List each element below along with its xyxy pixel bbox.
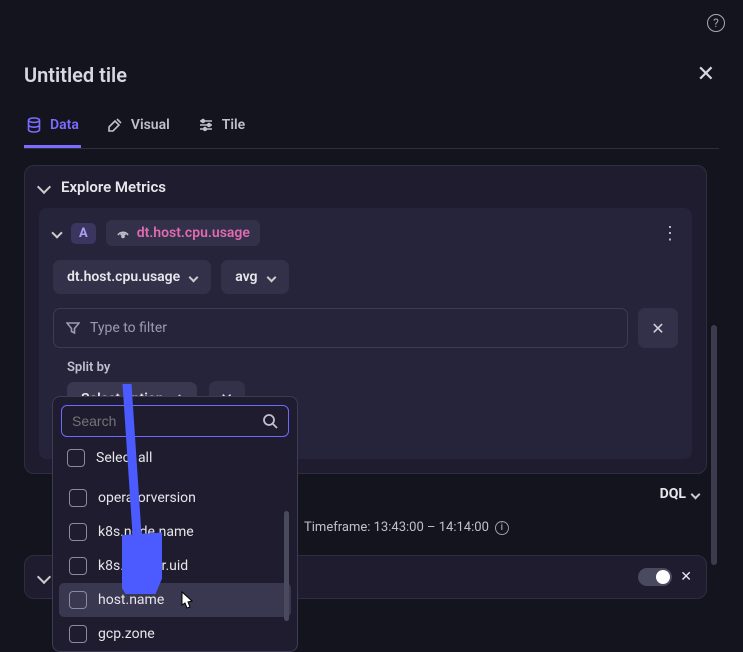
tab-label: Data [50,117,79,133]
filter-placeholder: Type to filter [90,320,167,336]
dql-label: DQL [660,486,686,502]
splitby-label: Split by [67,360,664,375]
timeframe-text: Timeframe: 13:43:00 – 14:14:00 [304,520,489,535]
tab-tile[interactable]: Tile [196,107,247,148]
clear-filter-button[interactable]: ✕ [638,308,678,348]
section-toggle[interactable] [638,568,672,586]
checkbox[interactable] [69,489,87,507]
scrollbar-vertical[interactable] [284,511,289,621]
chevron-down-icon [266,272,276,282]
paint-icon [107,117,123,133]
info-icon[interactable]: i [495,521,509,535]
checkbox[interactable] [69,557,87,575]
signal-icon [116,226,130,240]
splitby-option[interactable]: k8s.node.name [59,515,291,549]
scrollbar-vertical[interactable] [711,325,717,565]
checkbox[interactable] [67,449,85,467]
metric-selector[interactable]: dt.host.cpu.usage [53,260,211,294]
option-label: k8s.cluster.uid [98,558,188,574]
help-icon[interactable]: ? [707,14,725,32]
filter-icon [66,321,80,335]
checkbox[interactable] [69,625,87,643]
splitby-option[interactable]: operatorversion [59,481,291,515]
option-label: Select all [96,450,152,466]
close-icon[interactable]: ✕ [693,58,719,91]
chevron-down-icon [37,570,51,584]
database-icon [26,117,42,133]
metric-pill[interactable]: dt.host.cpu.usage [106,220,260,246]
sliders-icon [198,117,214,133]
aggregation-value: avg [235,269,257,285]
section-title: Explore Metrics [61,178,166,196]
option-label: host.name [98,592,164,608]
filter-input[interactable]: Type to filter [53,308,628,348]
splitby-option[interactable]: gcp.zone [59,617,291,651]
metric-selector-value: dt.host.cpu.usage [67,269,180,285]
option-label: gcp.zone [98,626,155,642]
chevron-down-icon[interactable] [51,227,62,238]
chevron-down-icon [691,489,701,499]
chevron-down-icon [37,180,51,194]
option-label: k8s.node.name [98,524,194,540]
tab-label: Visual [131,117,170,133]
splitby-option[interactable]: host.name [59,583,291,617]
aggregation-selector[interactable]: avg [221,260,288,294]
option-label: operatorversion [98,490,196,506]
query-badge: A [71,223,96,244]
section-header[interactable]: Explore Metrics [25,166,706,208]
splitby-option[interactable]: k8s.cluster.uid [59,549,291,583]
tab-label: Tile [222,117,245,133]
search-input[interactable] [72,413,262,429]
close-icon[interactable]: ✕ [680,569,692,585]
checkbox[interactable] [69,591,87,609]
checkbox[interactable] [69,523,87,541]
tab-visual[interactable]: Visual [105,107,172,148]
page-title: Untitled tile [24,63,127,87]
splitby-search[interactable] [61,405,289,437]
option-list: operatorversion k8s.node.name k8s.cluste… [59,481,291,651]
chevron-down-icon [189,272,199,282]
splitby-dropdown: Select all operatorversion k8s.node.name… [52,396,298,652]
tab-bar: Data Visual Tile [24,107,719,149]
dql-toggle[interactable]: DQL [660,486,699,502]
tab-data[interactable]: Data [24,107,81,148]
more-menu-icon[interactable]: ⋮ [661,223,678,244]
metric-name: dt.host.cpu.usage [137,225,250,241]
select-all-option[interactable]: Select all [57,441,293,475]
search-icon [262,413,278,429]
